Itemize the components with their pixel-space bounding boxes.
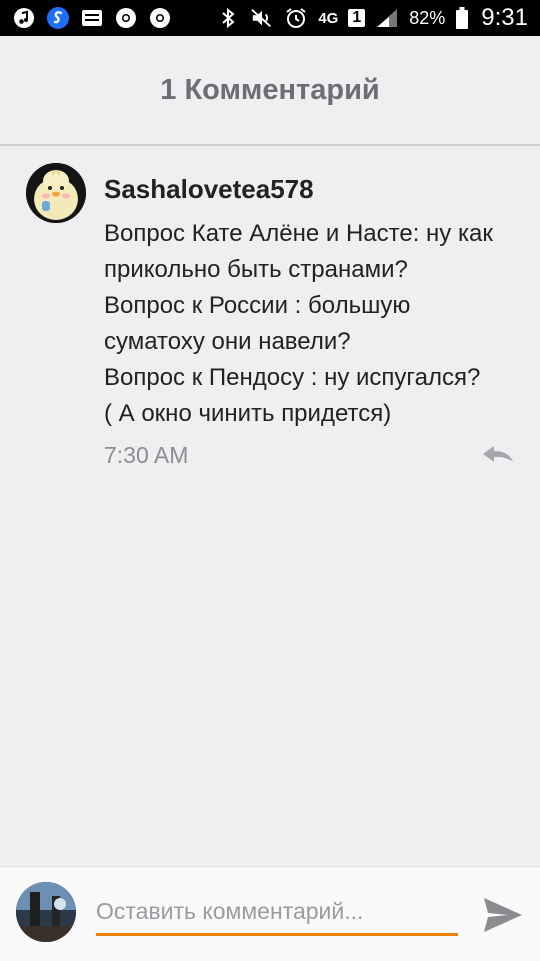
- reply-button[interactable]: [480, 442, 516, 466]
- send-button[interactable]: [482, 895, 524, 935]
- comments-header: 1 Комментарий: [0, 36, 540, 146]
- comment-item: Sashalovetea578 Вопрос Кате Алёне и Наст…: [0, 146, 540, 486]
- comment-compose-bar: [0, 866, 540, 961]
- comment-input[interactable]: [96, 889, 458, 936]
- send-icon: [484, 898, 522, 932]
- clock: 9:31: [481, 4, 528, 31]
- mute-icon: [250, 6, 274, 30]
- comment-line: прикольно быть странами?: [104, 256, 408, 283]
- sim-indicator: 1: [348, 9, 366, 27]
- battery-percent: 82%: [409, 7, 446, 28]
- comment-line: суматоху они навели?: [104, 328, 351, 355]
- comment-line: Вопрос к России : большую: [104, 292, 411, 319]
- network-type: 4G: [318, 9, 339, 27]
- battery-icon: [455, 6, 469, 30]
- drive-icon: [80, 6, 104, 30]
- comment-line: Вопрос Кате Алёне и Насте: ну как: [104, 220, 493, 247]
- system-icons: 4G 1 82% 9:31: [216, 0, 528, 36]
- music-icon: [12, 6, 36, 30]
- notification-icons: [12, 6, 172, 30]
- status-bar: 4G 1 82% 9:31: [0, 0, 540, 36]
- page-title: 1 Комментарий: [160, 73, 380, 106]
- chrome-icon: [114, 6, 138, 30]
- signal-icon: [375, 6, 399, 30]
- comment-author[interactable]: Sashalovetea578: [104, 174, 314, 205]
- bluetooth-icon: [216, 6, 240, 30]
- comment-line: Вопрос к Пендосу : ну испугался?: [104, 364, 481, 391]
- comment-body: Вопрос Кате Алёне и Насте: ну как прикол…: [104, 216, 524, 432]
- comment-timestamp: 7:30 AM: [104, 442, 189, 468]
- user-avatar[interactable]: [16, 882, 76, 942]
- chrome-icon: [148, 6, 172, 30]
- reply-icon: [483, 446, 513, 462]
- comment-line: ( А окно чинить придется): [104, 400, 392, 427]
- alarm-icon: [284, 6, 308, 30]
- shazam-icon: [46, 6, 70, 30]
- avatar[interactable]: [26, 163, 86, 223]
